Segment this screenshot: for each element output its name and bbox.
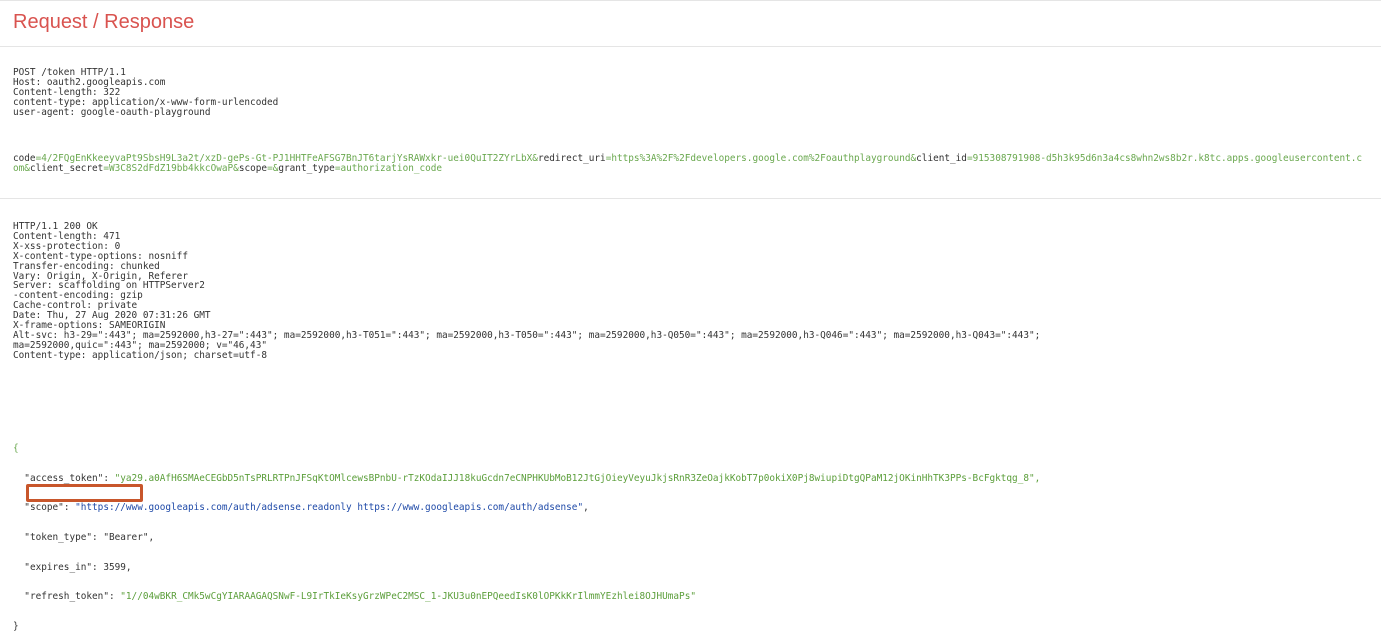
response-header-line: Content-length: 471	[13, 230, 121, 242]
panel-header: Request / Response	[0, 0, 1381, 47]
json-key: "token_type"	[24, 531, 93, 543]
response-header-line: Date: Thu, 27 Aug 2020 07:31:26 GMT	[13, 310, 211, 322]
param-key: redirect_uri	[537, 153, 606, 164]
param-value: https%3A%2F%2Fdevelopers.google.com%2Foa…	[611, 153, 911, 164]
json-expires-in-line: "expires_in": 3599,	[24, 561, 132, 573]
json-key: "expires_in"	[24, 561, 93, 573]
section-divider	[0, 198, 1381, 199]
response-header-line: Content-type: application/json; charset=…	[13, 349, 267, 361]
refresh-token-highlight	[26, 484, 143, 502]
param-key: client_id	[916, 153, 967, 164]
json-key: "refresh_token"	[24, 591, 109, 603]
json-value: 3599	[103, 561, 126, 573]
request-header-line: user-agent: google-oauth-playground	[13, 106, 211, 118]
param-key: scope	[238, 162, 268, 174]
response-json: { "access_token": "ya29.a0AfH6SMAeCEGbD5…	[13, 424, 1040, 642]
json-refresh-token-line: "refresh_token": "1//04wBKR_CMk5wCgYIARA…	[24, 591, 696, 603]
json-value: "https://www.googleapis.com/auth/adsense…	[75, 502, 584, 514]
json-value: "1//04wBKR_CMk5wCgYIARAAGAQSNwF-L9IrTkIe…	[120, 591, 696, 603]
response-header-line: X-content-type-options: nosniff	[13, 250, 188, 262]
request-headers: POST /token HTTP/1.1 Host: oauth2.googlea…	[13, 68, 278, 118]
json-value: "ya29.a0AfH6SMAeCEGbD5nTsPRLRTPnJFSqKtOM…	[114, 472, 1041, 484]
json-access-token-line: "access_token": "ya29.a0AfH6SMAeCEGbD5nT…	[24, 472, 1041, 484]
request-body: code=4/2FQgEnKkeeyvaPt9SbsH9L3a2t/xzD-ge…	[13, 154, 1363, 174]
json-key: "scope"	[24, 502, 64, 514]
response-header-line: Server: scaffolding on HTTPServer2	[13, 280, 205, 292]
param-key: client_secret	[29, 162, 104, 174]
json-open-brace: {	[13, 442, 19, 454]
param-key: grant_type	[278, 162, 335, 174]
param-value: authorization_code	[340, 162, 443, 174]
json-scope-line: "scope": "https://www.googleapis.com/aut…	[24, 502, 589, 514]
response-header-line: HTTP/1.1 200 OK	[13, 221, 98, 232]
json-key: "access_token"	[24, 472, 104, 484]
panel-title: Request / Response	[13, 11, 195, 33]
param-value: W3C8S2dFdZ19bb4kkcOwaP	[108, 162, 234, 174]
json-value: "Bearer"	[103, 531, 149, 543]
json-token-type-line: "token_type": "Bearer",	[24, 531, 155, 543]
response-header-line: -content-encoding: gzip	[13, 290, 143, 302]
response-headers: HTTP/1.1 200 OK Content-length: 471 X-xss-…	[13, 222, 1040, 361]
json-close-brace: }	[13, 621, 19, 633]
